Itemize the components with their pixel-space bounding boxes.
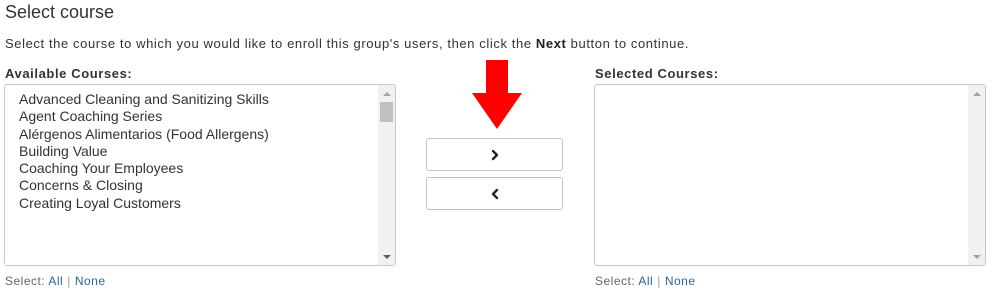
available-select-all-link[interactable]: All (48, 274, 63, 288)
list-item[interactable]: Advanced Cleaning and Sanitizing Skills (19, 91, 269, 108)
selected-scrollbar[interactable] (968, 85, 985, 265)
add-course-button[interactable] (426, 138, 563, 171)
list-item[interactable]: Coaching Your Employees (19, 160, 269, 177)
selected-select-all-link[interactable]: All (638, 274, 653, 288)
list-item[interactable]: Building Value (19, 143, 269, 160)
list-item[interactable]: Concerns & Closing (19, 177, 269, 194)
select-prefix: Select: (5, 274, 46, 288)
page-title: Select course (5, 2, 115, 22)
available-courses-listbox[interactable]: Advanced Cleaning and Sanitizing Skills … (4, 84, 396, 266)
available-select-controls: Select: All | None (5, 274, 106, 288)
available-courses-label: Available Courses: (5, 66, 133, 81)
remove-course-button[interactable] (426, 177, 563, 210)
instructions-text-end: button to continue. (566, 36, 690, 51)
selected-select-none-link[interactable]: None (665, 274, 696, 288)
available-scrollbar[interactable] (378, 85, 395, 265)
scroll-down-icon[interactable] (378, 248, 395, 265)
instructions: Select the course to which you would lik… (5, 36, 689, 51)
available-select-none-link[interactable]: None (75, 274, 106, 288)
instructions-next-keyword: Next (535, 36, 567, 51)
instructions-text: Select the course to which you would lik… (5, 36, 536, 51)
chevron-right-icon (491, 149, 498, 160)
selected-select-controls: Select: All | None (595, 274, 696, 288)
scrollbar-thumb[interactable] (380, 102, 393, 122)
list-item[interactable]: Creating Loyal Customers (19, 195, 269, 212)
scroll-up-icon[interactable] (378, 85, 395, 102)
list-item[interactable]: Alérgenos Alimentarios (Food Allergens) (19, 126, 269, 143)
selected-courses-listbox[interactable] (594, 84, 986, 266)
available-courses-list: Advanced Cleaning and Sanitizing Skills … (19, 91, 269, 212)
separator: | (67, 274, 71, 288)
scroll-down-icon[interactable] (968, 248, 985, 265)
list-item[interactable]: Agent Coaching Series (19, 108, 269, 125)
select-prefix: Select: (595, 274, 636, 288)
red-down-arrow-icon (472, 60, 522, 129)
chevron-left-icon (491, 188, 498, 199)
selected-courses-label: Selected Courses: (595, 66, 719, 81)
scroll-up-icon[interactable] (968, 85, 985, 102)
separator: | (657, 274, 661, 288)
